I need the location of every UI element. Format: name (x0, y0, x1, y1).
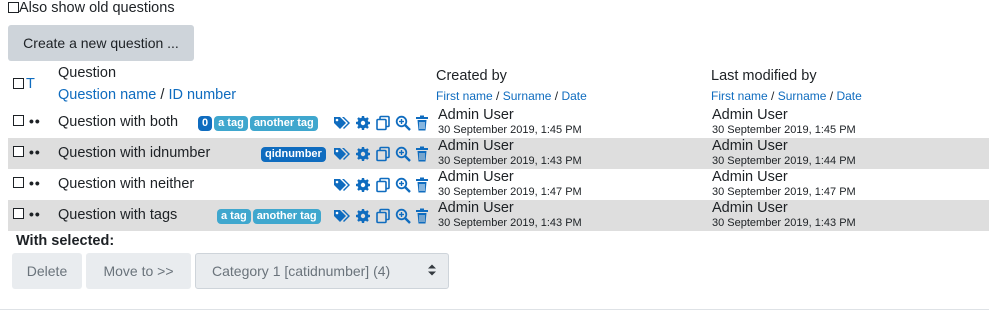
delete-icon[interactable] (415, 115, 429, 131)
gear-icon[interactable] (355, 177, 371, 193)
gear-icon[interactable] (355, 115, 371, 131)
question-actions (333, 177, 429, 193)
sort-question-name-link[interactable]: Question name (58, 87, 156, 103)
show-old-questions-label: Also show old questions (19, 0, 175, 16)
row-select-checkbox[interactable] (13, 146, 24, 157)
duplicate-icon[interactable] (375, 146, 391, 162)
question-name: Question with both (58, 114, 179, 130)
delete-icon[interactable] (415, 177, 429, 193)
created-by-user: Admin User (438, 169, 514, 185)
idnumber-badge: qidnumber (261, 147, 326, 162)
modified-by-user: Admin User (712, 200, 788, 216)
show-old-questions-option[interactable]: Also show old questions (8, 0, 175, 16)
created-date: 30 September 2019, 1:45 PM (438, 124, 582, 136)
modified-by-user: Admin User (712, 107, 788, 123)
created-by-user: Admin User (438, 138, 514, 154)
question-type-icon: •• (29, 113, 41, 129)
last-modified-by-header: Last modified by (711, 68, 817, 84)
question-row: •• Question with tags a tag another tag A… (8, 200, 989, 231)
modified-by-sort-links: First name / Surname / Date (711, 89, 862, 103)
created-date: 30 September 2019, 1:47 PM (438, 186, 582, 198)
modified-date: 30 September 2019, 1:47 PM (712, 186, 856, 198)
tag-badge: a tag (214, 116, 248, 131)
question-actions (333, 115, 429, 131)
select-arrows-icon (428, 263, 436, 280)
sort-idnumber-link[interactable]: ID number (168, 87, 236, 103)
modified-by-user: Admin User (712, 138, 788, 154)
preview-icon[interactable] (395, 146, 411, 162)
question-name: Question with idnumber (58, 145, 211, 161)
question-sort-links: Question name / ID number (58, 87, 237, 103)
tags-icon[interactable] (333, 115, 351, 131)
tags-icon[interactable] (333, 208, 351, 224)
duplicate-icon[interactable] (375, 177, 391, 193)
row-select-checkbox[interactable] (13, 208, 24, 219)
question-name: Question with tags (58, 207, 178, 223)
tags-icon[interactable] (333, 177, 351, 193)
created-date: 30 September 2019, 1:43 PM (438, 217, 582, 229)
tag-badge: a tag (217, 209, 251, 224)
modified-sort-surname-link[interactable]: Surname (778, 89, 827, 103)
created-by-user: Admin User (438, 200, 514, 216)
question-column-header: Question (58, 65, 117, 81)
modified-date: 30 September 2019, 1:45 PM (712, 124, 856, 136)
question-type-icon: •• (29, 206, 41, 222)
select-all-checkbox[interactable] (13, 78, 24, 89)
tags-icon[interactable] (333, 146, 351, 162)
question-row: •• Question with idnumber qidnumber Admi… (8, 138, 989, 169)
created-sort-surname-link[interactable]: Surname (503, 89, 552, 103)
modified-sort-date-link[interactable]: Date (836, 89, 861, 103)
category-select-value: Category 1 [catidnumber] (4) (212, 263, 391, 279)
question-tags: 0a tag another tag (198, 116, 320, 131)
created-date: 30 September 2019, 1:43 PM (438, 155, 582, 167)
delete-icon[interactable] (415, 208, 429, 224)
show-old-questions-checkbox[interactable] (8, 2, 19, 13)
created-sort-firstname-link[interactable]: First name (436, 89, 493, 103)
question-type-icon: •• (29, 144, 41, 160)
with-selected-label: With selected: (16, 233, 115, 249)
idnumber-badge: 0 (198, 116, 213, 131)
modified-date: 30 September 2019, 1:44 PM (712, 155, 856, 167)
modified-date: 30 September 2019, 1:43 PM (712, 217, 856, 229)
question-tags: a tag another tag (217, 209, 323, 224)
created-by-user: Admin User (438, 107, 514, 123)
question-name: Question with neither (58, 176, 195, 192)
question-tags: qidnumber (261, 147, 328, 162)
question-row: •• Question with neither Admin User 30 S… (8, 169, 989, 200)
gear-icon[interactable] (355, 146, 371, 162)
question-row: •• Question with both 0a tag another tag … (8, 107, 989, 138)
question-type-icon: •• (29, 175, 41, 191)
row-select-checkbox[interactable] (13, 115, 24, 126)
duplicate-icon[interactable] (375, 115, 391, 131)
row-select-checkbox[interactable] (13, 177, 24, 188)
sort-by-type-link[interactable]: T (26, 76, 35, 92)
tag-badge: another tag (252, 209, 321, 224)
move-to-button[interactable]: Move to >> (86, 253, 191, 289)
modified-by-user: Admin User (712, 169, 788, 185)
category-select[interactable]: Category 1 [catidnumber] (4) (195, 253, 449, 289)
preview-icon[interactable] (395, 115, 411, 131)
created-by-sort-links: First name / Surname / Date (436, 89, 587, 103)
bottom-divider (0, 309, 989, 310)
delete-icon[interactable] (415, 146, 429, 162)
modified-sort-firstname-link[interactable]: First name (711, 89, 768, 103)
tag-badge: another tag (249, 116, 318, 131)
question-actions (333, 208, 429, 224)
duplicate-icon[interactable] (375, 208, 391, 224)
create-question-button[interactable]: Create a new question ... (8, 25, 194, 61)
gear-icon[interactable] (355, 208, 371, 224)
delete-button[interactable]: Delete (12, 253, 82, 289)
question-actions (333, 146, 429, 162)
preview-icon[interactable] (395, 208, 411, 224)
preview-icon[interactable] (395, 177, 411, 193)
created-sort-date-link[interactable]: Date (561, 89, 586, 103)
created-by-header: Created by (436, 68, 507, 84)
